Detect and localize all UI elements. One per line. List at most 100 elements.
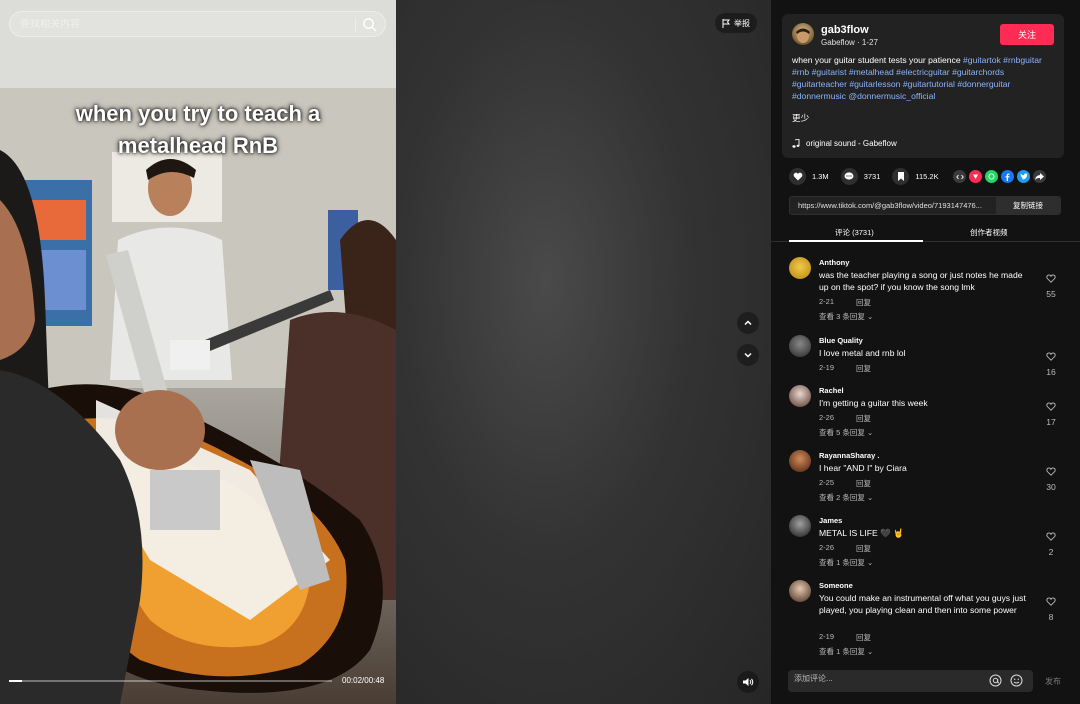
comment-text: You could make an instrumental off what … <box>819 593 1026 615</box>
sound-link[interactable]: original sound - Gabeflow <box>792 139 897 148</box>
view-replies-label: 查看 2 条回复 <box>819 493 865 502</box>
next-video-button[interactable] <box>737 344 759 366</box>
post-comment-button[interactable]: 发布 <box>1045 676 1061 687</box>
view-replies-button[interactable]: 查看 2 条回复 ⌄ <box>819 492 873 503</box>
hashtag-link[interactable]: #guitartok <box>963 55 1001 65</box>
chevron-down-icon: ⌄ <box>866 428 874 437</box>
comment-date: 2-19 <box>819 363 835 372</box>
view-replies-button[interactable]: 查看 1 条回复 ⌄ <box>819 557 873 568</box>
comment-like-button[interactable]: 55 <box>1043 270 1059 299</box>
video-frame[interactable]: when you try to teach a metalhead RnB 00… <box>0 0 396 704</box>
search-input[interactable] <box>20 18 350 30</box>
view-replies-button[interactable]: 查看 3 条回复 ⌄ <box>819 311 873 322</box>
comment-input-box[interactable] <box>788 670 1033 692</box>
comment-author[interactable]: Rachel <box>819 386 844 395</box>
video-progress-bar[interactable] <box>9 680 332 682</box>
forward-icon[interactable] <box>1033 170 1046 183</box>
engagement-stats: 1.3M 3731 115.2K <box>789 168 951 185</box>
comment-author[interactable]: Someone <box>819 581 853 590</box>
comment-avatar[interactable] <box>789 515 811 537</box>
hashtag-link[interactable]: #guitartutorial <box>903 79 955 89</box>
chevron-up-icon <box>744 320 752 326</box>
author-card: gab3flow Gabeflow · 1-27 关注 when your gu… <box>782 14 1064 158</box>
view-replies-button[interactable]: 查看 1 条回复 ⌄ <box>819 646 873 657</box>
comment-meta: 2-21 回复 <box>819 297 871 308</box>
hashtag-link[interactable]: #guitarteacher <box>792 79 847 89</box>
tiktok-share-icon[interactable] <box>969 170 982 183</box>
comment-like-button[interactable]: 17 <box>1043 398 1059 427</box>
facebook-icon[interactable] <box>1001 170 1014 183</box>
heart-icon <box>789 168 806 185</box>
sound-name: original sound - Gabeflow <box>806 139 897 148</box>
comment-like-count: 30 <box>1046 482 1056 492</box>
hashtag-link[interactable]: #donnermusic <box>792 91 846 101</box>
active-tab-indicator <box>789 240 923 242</box>
hashtag-link[interactable]: @donnermusic_official <box>848 91 935 101</box>
previous-video-button[interactable] <box>737 312 759 334</box>
twitter-icon[interactable] <box>1017 170 1030 183</box>
comment-like-button[interactable]: 16 <box>1043 348 1059 377</box>
heart-outline-icon <box>1046 467 1056 476</box>
show-less-link[interactable]: 更少 <box>792 112 809 124</box>
video-time: 00:02/00:48 <box>342 676 385 685</box>
comment-avatar[interactable] <box>789 335 811 357</box>
reply-button[interactable]: 回复 <box>856 632 871 643</box>
embed-icon[interactable] <box>953 170 966 183</box>
comment-author[interactable]: RayannaSharay . <box>819 451 879 460</box>
view-replies-button[interactable]: 查看 5 条回复 ⌄ <box>819 427 873 438</box>
comment-like-button[interactable]: 30 <box>1043 463 1059 492</box>
comment-avatar[interactable] <box>789 450 811 472</box>
hashtag-link[interactable]: #guitarchords <box>952 67 1004 77</box>
video-player[interactable]: when you try to teach a metalhead RnB 00… <box>0 0 771 704</box>
reply-button[interactable]: 回复 <box>856 413 871 424</box>
like-button[interactable]: 1.3M <box>789 168 829 185</box>
video-link[interactable]: https://www.tiktok.com/@gab3flow/video/7… <box>798 201 998 210</box>
view-replies-label: 查看 1 条回复 <box>819 647 865 656</box>
hashtag-link[interactable]: #rnb <box>792 67 809 77</box>
comment-meta: 2-26 回复 <box>819 543 871 554</box>
comment-like-button[interactable]: 8 <box>1043 593 1059 622</box>
reply-button[interactable]: 回复 <box>856 543 871 554</box>
comment-like-count: 2 <box>1048 547 1054 557</box>
hashtag-link[interactable]: #rnbguitar <box>1003 55 1042 65</box>
comment-date: 2-26 <box>819 543 835 552</box>
comment-avatar[interactable] <box>789 257 811 279</box>
comment-avatar[interactable] <box>789 580 811 602</box>
comment-tabs: 评论 (3731) 创作者视频 <box>771 222 1080 242</box>
reply-button[interactable]: 回复 <box>856 297 871 308</box>
follow-button[interactable]: 关注 <box>1000 24 1054 45</box>
video-description: when your guitar student tests your pati… <box>792 54 1054 102</box>
comment-item: Someone You could make an instrumental o… <box>789 577 1069 657</box>
heart-outline-icon <box>1046 352 1056 361</box>
reply-button[interactable]: 回复 <box>856 478 871 489</box>
search-bar[interactable] <box>9 11 386 37</box>
hashtag-link[interactable]: #guitarlesson <box>849 79 900 89</box>
comment-author[interactable]: James <box>819 516 842 525</box>
comment-like-button[interactable]: 2 <box>1043 528 1059 557</box>
author-username[interactable]: gab3flow <box>821 24 869 36</box>
emoji-icon[interactable] <box>1010 674 1023 687</box>
reply-button[interactable]: 回复 <box>856 363 871 374</box>
comment-author[interactable]: Blue Quality <box>819 336 863 345</box>
mention-icon[interactable] <box>989 674 1002 687</box>
hashtag-link[interactable]: #metalhead <box>849 67 894 77</box>
tab-comments[interactable]: 评论 (3731) <box>835 227 874 238</box>
search-icon[interactable] <box>362 17 377 32</box>
author-avatar[interactable] <box>792 23 814 45</box>
report-button[interactable]: 举报 <box>715 13 757 33</box>
comment-like-count: 55 <box>1046 289 1056 299</box>
whatsapp-icon[interactable] <box>985 170 998 183</box>
comment-input[interactable] <box>794 674 974 683</box>
volume-button[interactable] <box>737 671 759 693</box>
comment-author[interactable]: Anthony <box>819 258 849 267</box>
copy-link-button[interactable]: 复制链接 <box>996 197 1060 214</box>
comment-button[interactable]: 3731 <box>840 168 880 185</box>
hashtag-link[interactable]: #donnerguitar <box>957 79 1010 89</box>
bookmark-icon <box>892 168 910 185</box>
hashtag-link[interactable]: #guitarist <box>812 67 847 77</box>
hashtag-link[interactable]: #electricguitar <box>896 67 950 77</box>
save-button[interactable]: 115.2K <box>892 168 939 185</box>
view-replies-label: 查看 5 条回复 <box>819 428 865 437</box>
comment-avatar[interactable] <box>789 385 811 407</box>
tab-creator-videos[interactable]: 创作者视频 <box>970 227 1008 238</box>
